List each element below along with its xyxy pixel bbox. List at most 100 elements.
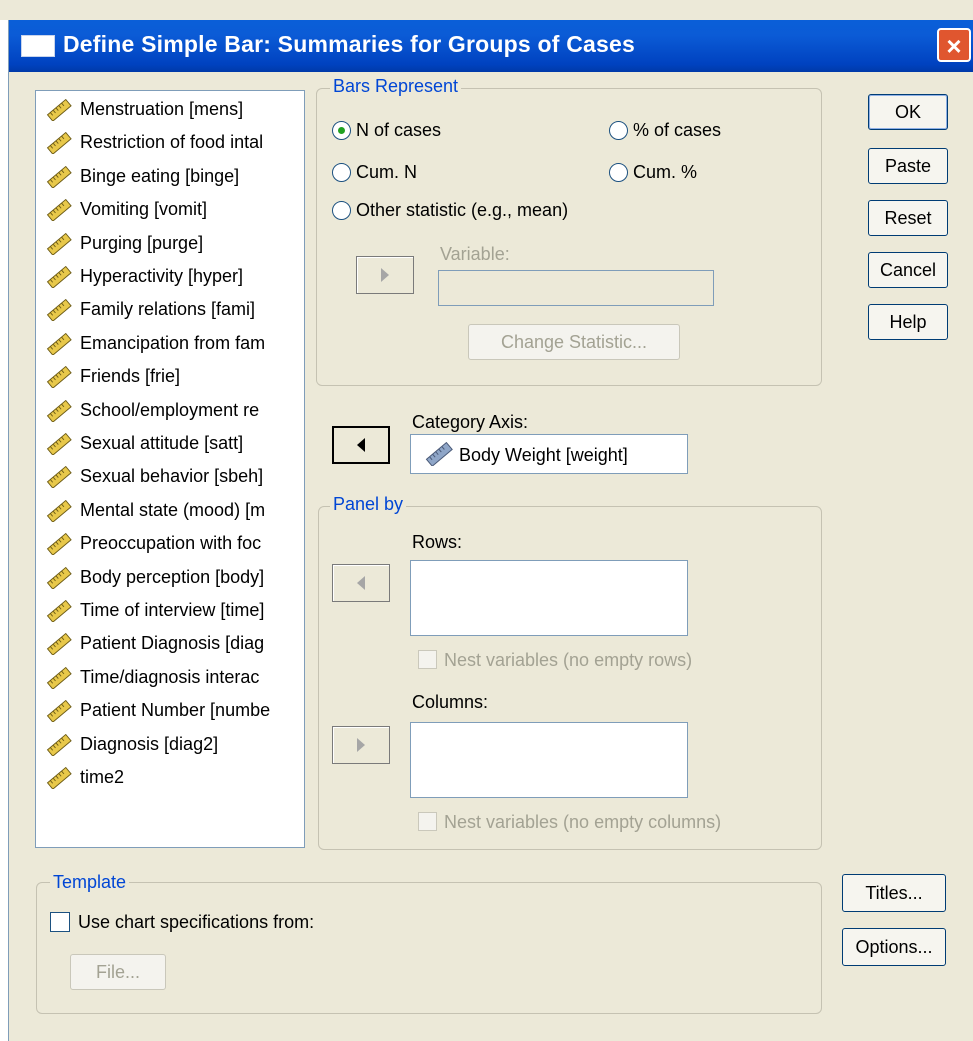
list-item[interactable]: Time/diagnosis interac: [40, 663, 302, 695]
file-button[interactable]: File...: [70, 954, 166, 990]
window-icon: [21, 35, 55, 57]
radio-circle[interactable]: [332, 163, 351, 182]
radio-circle[interactable]: [332, 121, 351, 140]
list-item-label: Time/diagnosis interac: [80, 666, 260, 687]
list-item-label: Mental state (mood) [m: [80, 499, 266, 520]
list-item-label: time2: [80, 767, 125, 787]
ruler-icon: [46, 332, 72, 355]
change-statistic-button[interactable]: Change Statistic...: [468, 324, 680, 360]
title-bar[interactable]: Define Simple Bar: Summaries for Groups …: [9, 20, 973, 72]
ruler-icon: [46, 700, 72, 723]
nest-rows-label: Nest variables (no empty rows): [444, 650, 693, 670]
reset-button[interactable]: Reset: [868, 200, 948, 236]
list-item[interactable]: Patient Diagnosis [diag: [40, 629, 302, 661]
list-item[interactable]: Family relations [fami]: [40, 295, 302, 327]
category-axis-field[interactable]: Body Weight [weight]: [410, 434, 688, 474]
ruler-icon: [46, 666, 72, 689]
nest-rows-checkbox[interactable]: [418, 650, 437, 669]
category-axis-label: Category Axis:: [412, 412, 529, 432]
rows-label: Rows:: [412, 532, 463, 552]
ruler-icon: [46, 466, 72, 489]
list-item-label: Menstruation [mens]: [80, 99, 244, 119]
ruler-icon: [46, 366, 72, 389]
ruler-icon: [46, 600, 72, 622]
ruler-icon: [46, 399, 72, 422]
titles-button[interactable]: Titles...: [842, 874, 946, 912]
list-item[interactable]: Friends [frie]: [40, 362, 302, 394]
source-variable-list[interactable]: Menstruation [mens] Restriction of food i…: [35, 90, 305, 848]
window-title: Define Simple Bar: Summaries for Groups …: [63, 31, 635, 57]
list-item-label: Diagnosis [diag2]: [80, 733, 219, 754]
help-button[interactable]: Help: [868, 304, 948, 340]
rows-field[interactable]: [410, 560, 688, 636]
variable-move-button[interactable]: [356, 256, 414, 294]
list-item[interactable]: Vomiting [vomit]: [40, 195, 302, 227]
list-item-label: Patient Diagnosis [diag: [80, 633, 265, 654]
close-button[interactable]: ×: [937, 28, 971, 62]
columns-move-button[interactable]: [332, 726, 390, 764]
ruler-icon: [46, 499, 72, 522]
statistic-variable-field[interactable]: [438, 270, 714, 306]
list-item[interactable]: Preoccupation with foc: [40, 529, 302, 561]
list-item[interactable]: Sexual attitude [satt]: [40, 429, 302, 461]
paste-button[interactable]: Paste: [868, 148, 948, 184]
radio-circle[interactable]: [332, 201, 351, 220]
ruler-icon: [46, 767, 72, 789]
list-item-label: Emancipation from fam: [80, 332, 266, 353]
options-button[interactable]: Options...: [842, 928, 946, 966]
use-chart-spec-label: Use chart specifications from:: [78, 912, 315, 932]
nest-columns-checkbox[interactable]: [418, 812, 437, 831]
list-item[interactable]: School/employment re: [40, 396, 302, 428]
radio-circle[interactable]: [609, 163, 628, 182]
list-item-label: Purging [purge]: [80, 232, 204, 253]
nest-columns-label: Nest variables (no empty columns): [444, 812, 722, 832]
list-item-label: Restriction of food intal: [80, 132, 264, 153]
ruler-icon: [46, 533, 72, 556]
list-item[interactable]: Mental state (mood) [m: [40, 496, 302, 528]
ruler-icon: [46, 266, 72, 288]
ok-button[interactable]: OK: [868, 94, 948, 130]
list-item[interactable]: Patient Number [numbe: [40, 696, 302, 728]
list-item-label: Binge eating [binge]: [80, 165, 240, 186]
use-chart-spec-checkbox[interactable]: [50, 912, 70, 932]
rows-move-button[interactable]: [332, 564, 390, 602]
category-axis-value: Body Weight [weight]: [459, 445, 628, 465]
list-item[interactable]: Sexual behavior [sbeh]: [40, 462, 302, 494]
ruler-icon: [46, 733, 72, 756]
radio-label: Other statistic (e.g., mean): [356, 200, 569, 220]
variable-label: Variable:: [440, 244, 510, 264]
ruler-icon: [46, 433, 72, 455]
radio-selected-dot: [338, 127, 345, 134]
list-item[interactable]: Body perception [body]: [40, 563, 302, 595]
arrow-right-icon: [357, 738, 365, 752]
list-item[interactable]: Purging [purge]: [40, 229, 302, 261]
ruler-icon: [46, 299, 72, 322]
list-item-label: Sexual attitude [satt]: [80, 433, 244, 453]
list-item[interactable]: Binge eating [binge]: [40, 162, 302, 194]
list-item-label: School/employment re: [80, 399, 260, 420]
ruler-icon: [46, 99, 72, 121]
list-item[interactable]: Menstruation [mens]: [40, 95, 302, 127]
radio-label: N of cases: [356, 120, 442, 140]
list-item[interactable]: Diagnosis [diag2]: [40, 730, 302, 762]
list-item[interactable]: time2: [40, 763, 302, 795]
list-item[interactable]: Restriction of food intal: [40, 128, 302, 160]
ruler-icon: [425, 442, 453, 466]
cancel-button[interactable]: Cancel: [868, 252, 948, 288]
arrow-left-icon: [357, 438, 365, 452]
category-axis-move-button[interactable]: [332, 426, 390, 464]
radio-circle[interactable]: [609, 121, 628, 140]
radio-label: Cum. %: [633, 162, 698, 182]
list-item-label: Friends [frie]: [80, 366, 181, 387]
list-item[interactable]: Hyperactivity [hyper]: [40, 262, 302, 294]
ruler-icon: [46, 232, 72, 255]
arrow-left-icon: [357, 576, 365, 590]
columns-field[interactable]: [410, 722, 688, 798]
list-item[interactable]: Emancipation from fam: [40, 329, 302, 361]
ruler-icon: [46, 165, 72, 188]
panel-by-group: [318, 506, 822, 850]
list-item[interactable]: Time of interview [time]: [40, 596, 302, 628]
bars-represent-legend: Bars Represent: [330, 76, 462, 97]
arrow-right-icon: [381, 268, 389, 282]
template-group: [36, 882, 822, 1014]
